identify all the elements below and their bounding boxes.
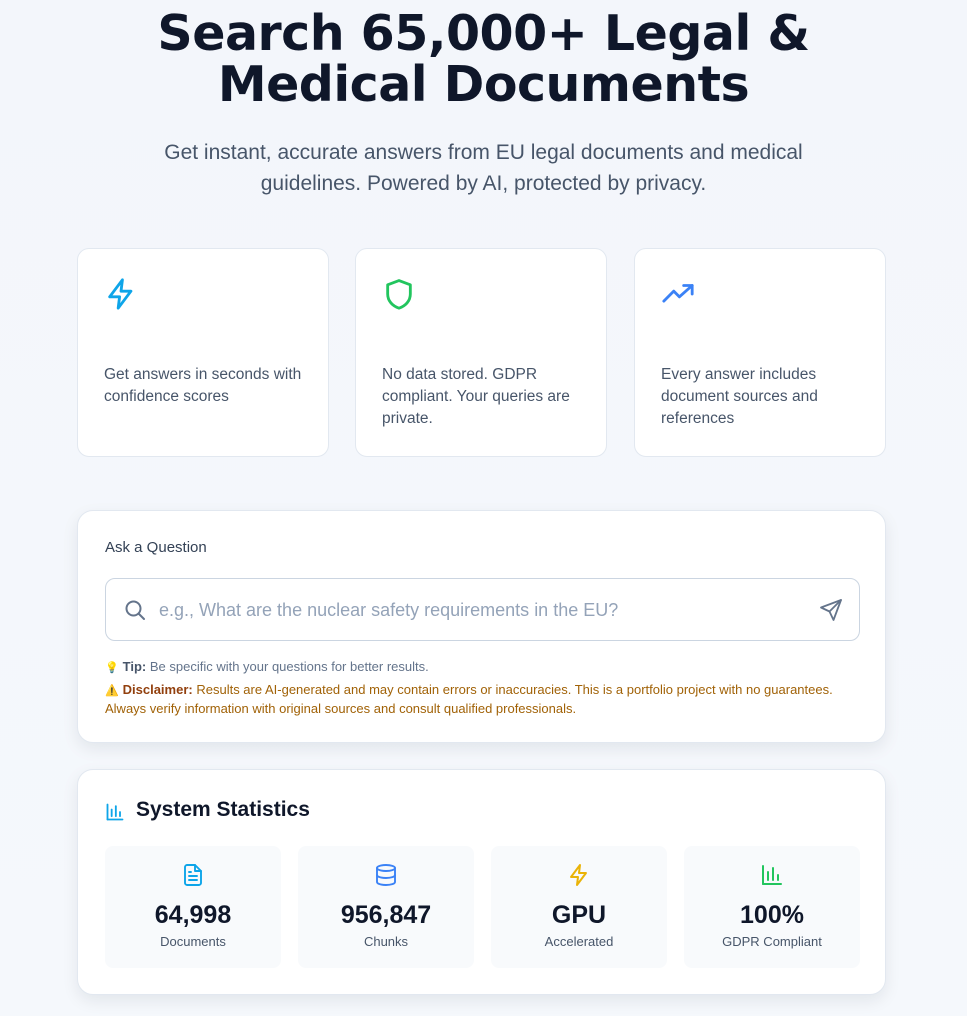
- hero: Search 65,000+ Legal & Medical Documents…: [0, 8, 967, 199]
- lightbulb-icon: 💡: [105, 662, 119, 674]
- stat-gpu: GPU Accelerated: [491, 846, 667, 968]
- feature-card-privacy: No data stored. GDPR compliant. Your que…: [355, 248, 607, 457]
- bar-chart-icon: [762, 865, 782, 885]
- page-title-line-1: Search 65,000+ Legal &: [157, 5, 810, 62]
- search-input[interactable]: [159, 591, 799, 629]
- tip-label: Tip:: [122, 659, 147, 674]
- feature-text: Get answers in seconds with confidence s…: [104, 366, 302, 405]
- feature-cards: Get answers in seconds with confidence s…: [77, 248, 886, 457]
- tip-message: Be specific with your questions for bett…: [149, 659, 429, 674]
- feature-text: Every answer includes document sources a…: [661, 366, 818, 427]
- feature-text: No data stored. GDPR compliant. Your que…: [382, 366, 570, 427]
- warning-icon: ⚠️: [105, 685, 119, 697]
- system-statistics-card: System Statistics 64,998 Documents 956,8…: [77, 769, 886, 995]
- stat-value: 956,847: [340, 901, 432, 929]
- ask-question-card: Ask a Question 💡 Tip: Be specific with y…: [77, 510, 886, 743]
- stat-value: 64,998: [154, 901, 232, 929]
- disclaimer-text: ⚠️ Disclaimer: Results are AI-generated …: [105, 681, 845, 718]
- stat-label: Accelerated: [544, 934, 614, 949]
- page-title: Search 65,000+ Legal & Medical Documents: [0, 8, 967, 110]
- stat-value: GPU: [551, 901, 607, 929]
- stat-value: 100%: [740, 901, 804, 929]
- stats-title: System Statistics: [136, 798, 310, 821]
- lightning-icon: [108, 278, 133, 310]
- stat-gdpr: 100% GDPR Compliant: [684, 846, 860, 968]
- shield-icon: [386, 279, 412, 310]
- page-title-line-2: Medical Documents: [217, 56, 750, 113]
- feature-card-speed: Get answers in seconds with confidence s…: [77, 248, 329, 457]
- tip-text: 💡 Tip: Be specific with your questions f…: [105, 659, 429, 674]
- ask-question-label: Ask a Question: [105, 539, 207, 556]
- stat-label: Chunks: [363, 934, 409, 949]
- trending-up-icon: [662, 284, 694, 303]
- stat-documents: 64,998 Documents: [105, 846, 281, 968]
- feature-card-sources: Every answer includes document sources a…: [634, 248, 886, 457]
- stat-chunks: 956,847 Chunks: [298, 846, 474, 968]
- stat-label: GDPR Compliant: [722, 934, 822, 949]
- document-icon: [184, 864, 202, 886]
- stat-label: Documents: [160, 934, 226, 949]
- send-icon[interactable]: [819, 598, 843, 622]
- lightning-icon: [570, 864, 587, 886]
- page-subtitle: Get instant, accurate answers from EU le…: [164, 141, 803, 195]
- search-box[interactable]: [105, 578, 860, 641]
- search-icon: [125, 600, 145, 620]
- bar-chart-icon: [106, 803, 124, 821]
- disclaimer-message: Results are AI-generated and may contain…: [105, 682, 833, 716]
- database-icon: [376, 864, 396, 886]
- disclaimer-label: Disclaimer:: [122, 682, 193, 697]
